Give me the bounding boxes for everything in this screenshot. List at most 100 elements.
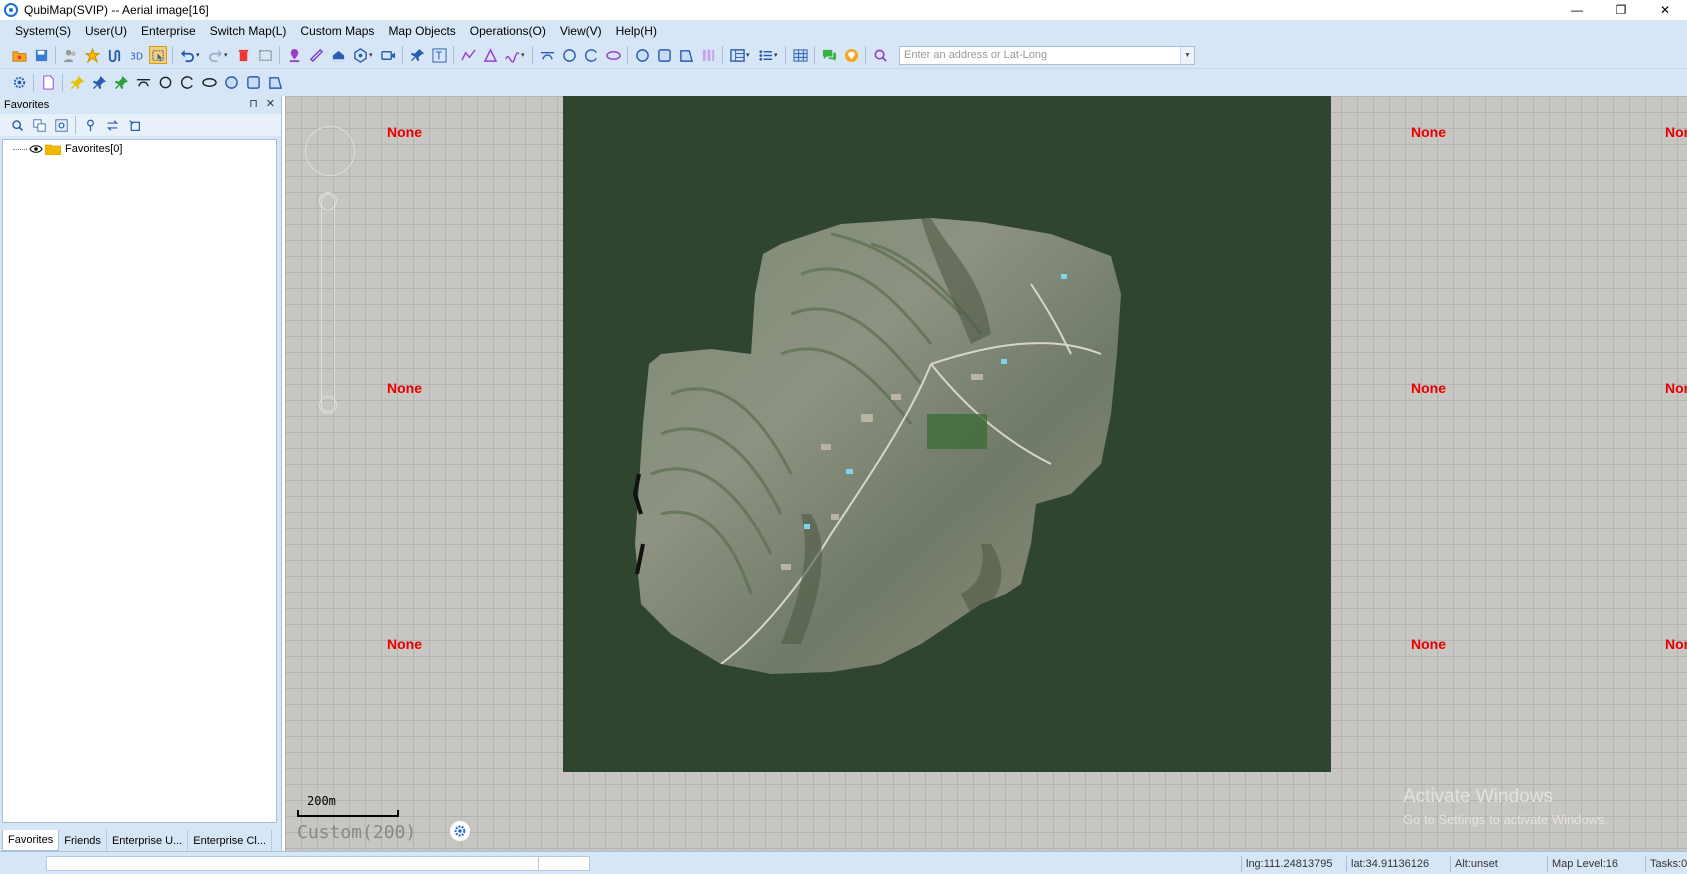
pushpin-blue-icon[interactable] xyxy=(90,74,108,92)
circle-outline-icon[interactable] xyxy=(156,74,174,92)
tree-node-favorites[interactable]: Favorites[0] xyxy=(3,140,276,158)
video-icon[interactable] xyxy=(379,46,397,64)
delete-icon[interactable] xyxy=(234,46,252,64)
close-button[interactable]: ✕ xyxy=(1643,0,1687,20)
pan-control[interactable] xyxy=(305,126,355,176)
zoom-slider-track[interactable] xyxy=(321,194,335,412)
search-icon[interactable] xyxy=(8,116,26,134)
clear-icon[interactable] xyxy=(125,116,143,134)
layout-dropdown-icon[interactable]: ▾ xyxy=(746,51,752,59)
zoom-in-handle[interactable] xyxy=(319,192,337,210)
route-icon[interactable] xyxy=(105,46,123,64)
menu-map-objects[interactable]: Map Objects xyxy=(381,24,462,38)
address-search-box: ▼ xyxy=(899,45,1195,65)
toolbar-divider xyxy=(453,46,454,64)
square-filled-blue-icon[interactable] xyxy=(244,74,262,92)
diamond-icon[interactable] xyxy=(842,46,860,64)
visibility-eye-icon[interactable] xyxy=(29,143,43,155)
toolbar-divider xyxy=(865,46,866,64)
tab-friends[interactable]: Friends xyxy=(59,830,107,851)
swap-icon[interactable] xyxy=(103,116,121,134)
triangle-icon[interactable] xyxy=(481,46,499,64)
list-dropdown-icon[interactable]: ▾ xyxy=(774,51,780,59)
imagery-coverage-area xyxy=(563,96,1331,772)
measure-area-icon[interactable] xyxy=(329,46,347,64)
restore-button[interactable]: ❐ xyxy=(1599,0,1643,20)
undo-dropdown-icon[interactable]: ▾ xyxy=(196,51,202,59)
tree-connector xyxy=(13,148,27,150)
circle-icon[interactable] xyxy=(560,46,578,64)
pin-icon[interactable] xyxy=(408,46,426,64)
marker-icon[interactable] xyxy=(285,46,303,64)
map-canvas[interactable]: None None None None None None None None … xyxy=(285,96,1687,851)
layout-icon[interactable] xyxy=(728,46,746,64)
zoom-to-icon[interactable] xyxy=(52,116,70,134)
toolbar-divider xyxy=(62,73,63,92)
pushpin-yellow-icon[interactable] xyxy=(68,74,86,92)
menu-enterprise[interactable]: Enterprise xyxy=(134,24,203,38)
layer-3d-icon[interactable]: 3D xyxy=(127,46,145,64)
rect-select-icon[interactable] xyxy=(256,46,274,64)
menu-system[interactable]: System(S) xyxy=(8,24,78,38)
address-input[interactable] xyxy=(900,47,1170,63)
arc-outline-icon[interactable] xyxy=(178,74,196,92)
longitude-readout: lng:111.24813795 xyxy=(1241,856,1337,872)
minimize-button[interactable]: — xyxy=(1555,0,1599,20)
zoom-out-handle[interactable] xyxy=(319,396,337,414)
pushpin-green-icon[interactable] xyxy=(112,74,130,92)
polygon-tool-icon[interactable] xyxy=(351,46,369,64)
redo-icon[interactable] xyxy=(206,46,224,64)
copy-icon[interactable] xyxy=(30,116,48,134)
title-bar: QubiMap(SVIP) -- Aerial image[16] — ❐ ✕ xyxy=(0,0,1687,20)
tab-enterprise-users[interactable]: Enterprise U... xyxy=(107,830,189,851)
save-icon[interactable] xyxy=(32,46,50,64)
chat-icon[interactable] xyxy=(820,46,838,64)
star-icon[interactable] xyxy=(83,46,101,64)
list-icon[interactable] xyxy=(756,46,774,64)
tab-enterprise-cloud[interactable]: Enterprise Cl... xyxy=(188,830,272,851)
circle-filled-blue-icon[interactable] xyxy=(222,74,240,92)
redo-dropdown-icon[interactable]: ▾ xyxy=(224,51,230,59)
polyline-icon[interactable] xyxy=(459,46,477,64)
curve-icon[interactable] xyxy=(503,46,521,64)
ruler-icon[interactable] xyxy=(307,46,325,64)
shape-fill-icon[interactable] xyxy=(677,46,695,64)
trapezoid-filled-icon[interactable] xyxy=(266,74,284,92)
circle-fill-icon[interactable] xyxy=(633,46,651,64)
menu-switch-map[interactable]: Switch Map(L) xyxy=(203,24,294,38)
square-fill-icon[interactable] xyxy=(655,46,673,64)
menu-help[interactable]: Help(H) xyxy=(609,24,664,38)
tab-favorites[interactable]: Favorites xyxy=(2,830,60,851)
undo-icon[interactable] xyxy=(178,46,196,64)
users-icon[interactable] xyxy=(61,46,79,64)
pin-panel-icon[interactable]: ⊓ xyxy=(249,97,258,110)
arc-circle-icon[interactable] xyxy=(582,46,600,64)
menu-user[interactable]: User(U) xyxy=(78,24,134,38)
status-progress-field xyxy=(46,856,586,871)
scale-bar xyxy=(297,810,399,817)
page-icon[interactable] xyxy=(39,74,57,92)
ellipse-outline-icon[interactable] xyxy=(200,74,218,92)
location-icon[interactable] xyxy=(81,116,99,134)
table-icon[interactable] xyxy=(791,46,809,64)
text-tool-icon[interactable]: T xyxy=(430,46,448,64)
map-settings-button[interactable] xyxy=(450,821,470,841)
stripes-icon[interactable] xyxy=(699,46,717,64)
curve-dropdown-icon[interactable]: ▾ xyxy=(521,51,527,59)
svg-text:3D: 3D xyxy=(129,51,142,62)
open-folder-icon[interactable] xyxy=(10,46,28,64)
search-icon[interactable] xyxy=(871,46,889,64)
arc-line-icon[interactable] xyxy=(134,74,152,92)
settings-gear-icon[interactable] xyxy=(10,74,28,92)
close-panel-icon[interactable]: ✕ xyxy=(266,97,275,110)
ellipse-icon[interactable] xyxy=(604,46,622,64)
polygon-dropdown-icon[interactable]: ▾ xyxy=(369,51,375,59)
menu-view[interactable]: View(V) xyxy=(553,24,609,38)
toolbar-divider xyxy=(814,46,815,64)
toolbar-divider xyxy=(33,73,34,92)
menu-custom-maps[interactable]: Custom Maps xyxy=(293,24,381,38)
select-tool-icon[interactable] xyxy=(149,46,167,64)
address-dropdown-icon[interactable]: ▼ xyxy=(1180,46,1194,64)
menu-operations[interactable]: Operations(O) xyxy=(463,24,553,38)
arc-icon[interactable] xyxy=(538,46,556,64)
